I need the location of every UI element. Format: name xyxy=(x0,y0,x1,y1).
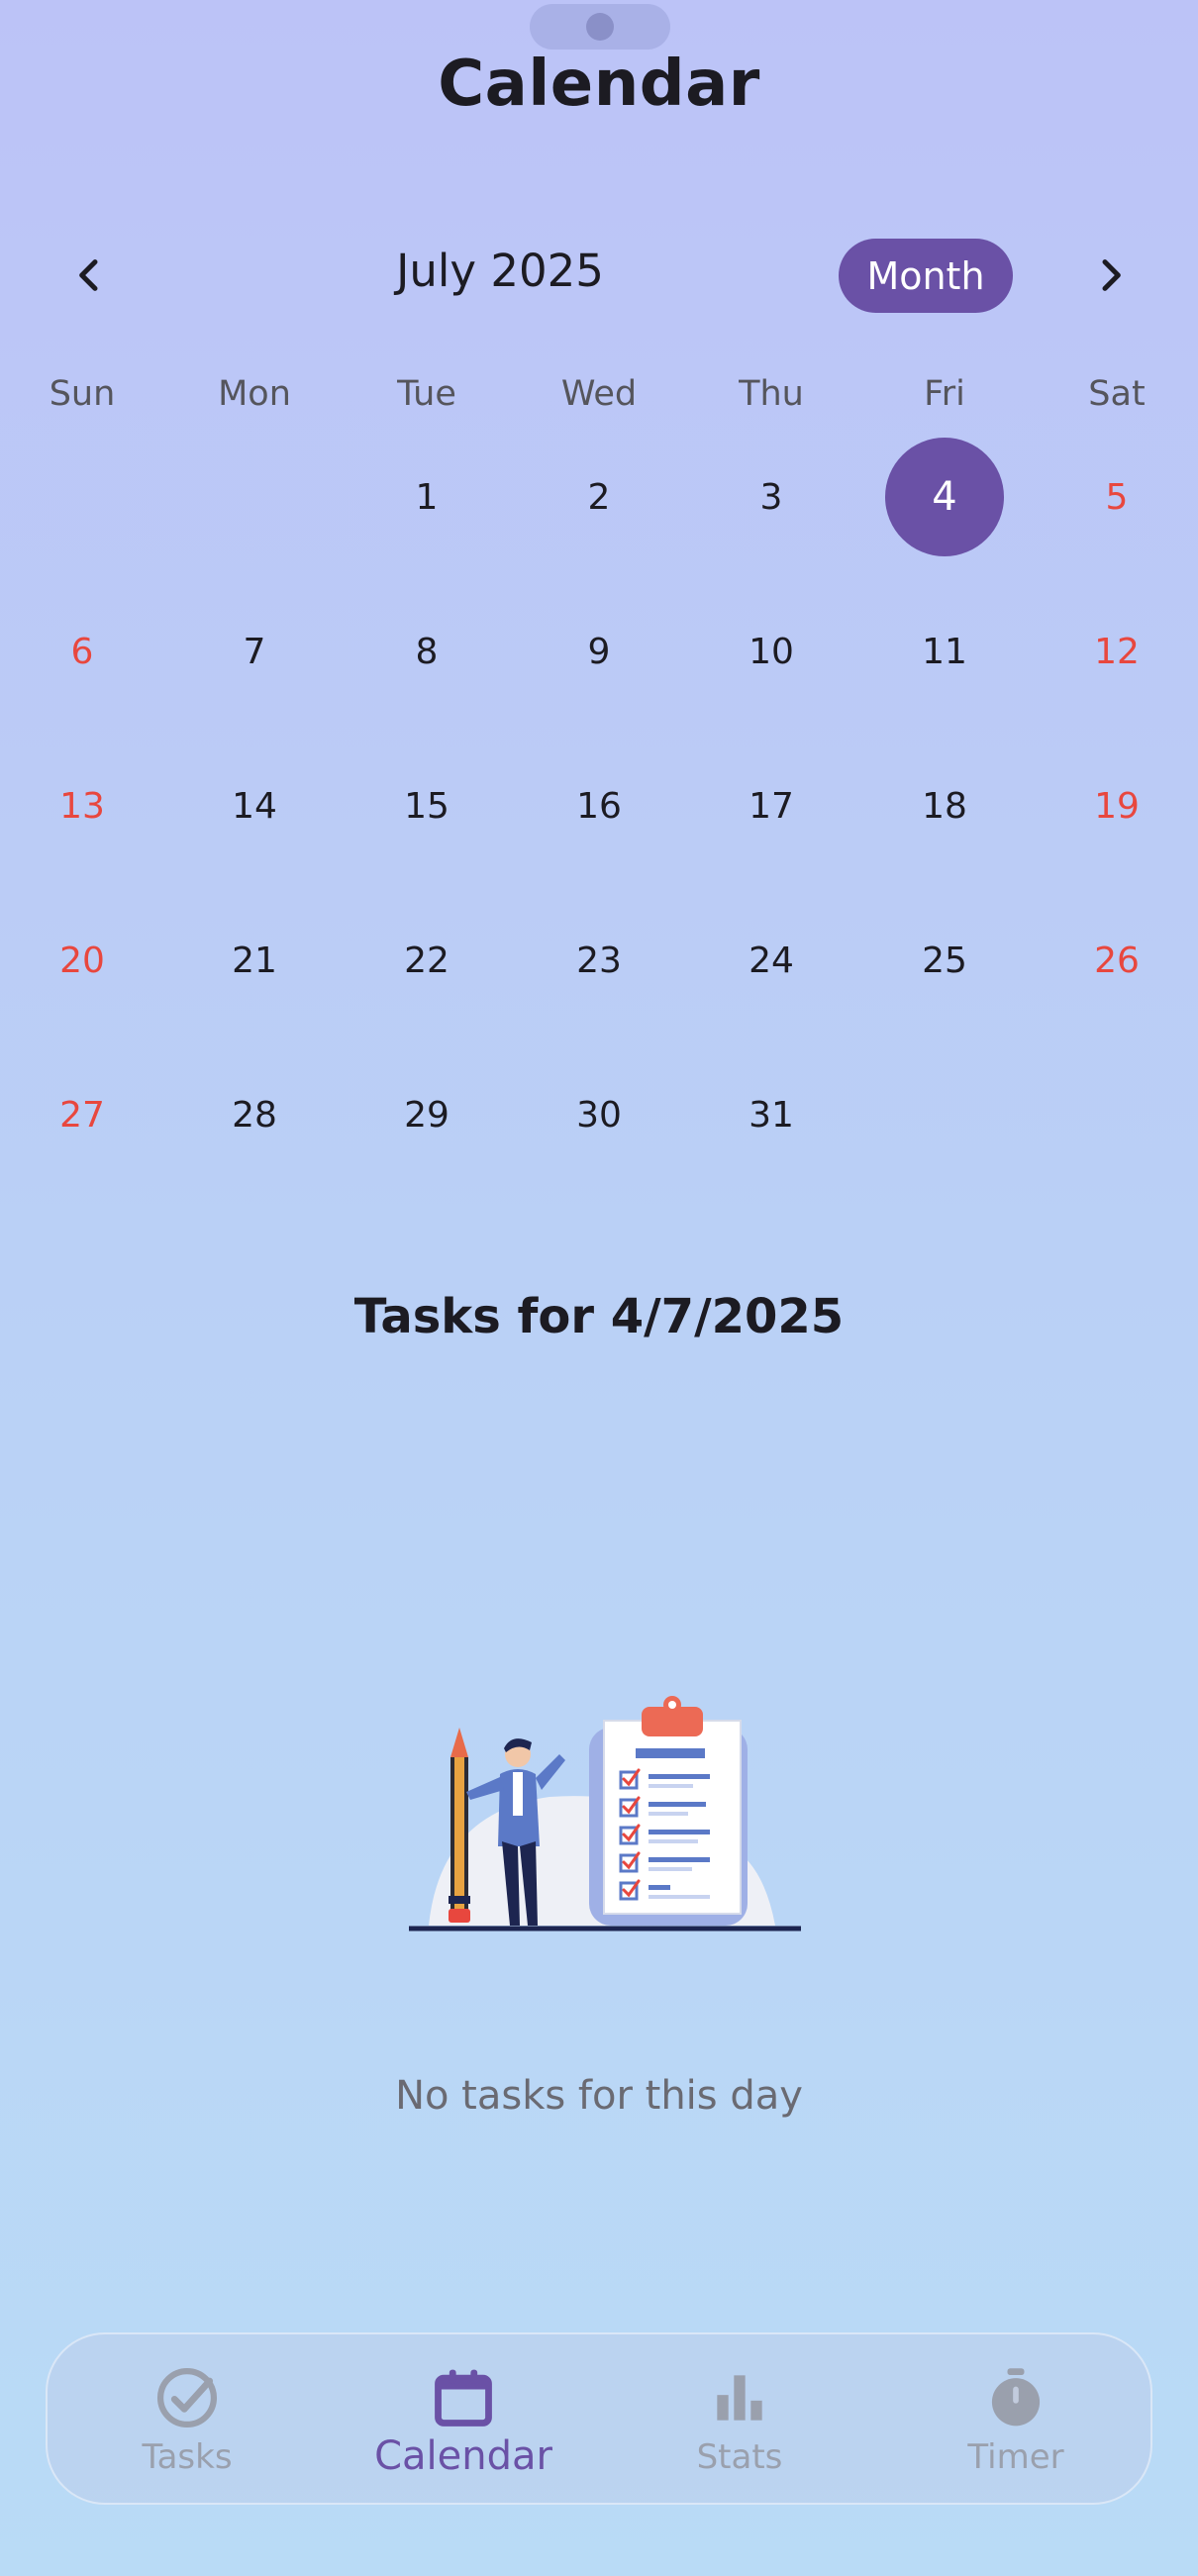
calendar-day[interactable]: 30 xyxy=(540,1055,658,1174)
calendar-day[interactable]: 9 xyxy=(540,592,658,711)
calendar-day[interactable]: 12 xyxy=(1057,592,1176,711)
nav-label: Timer xyxy=(967,2437,1064,2477)
calendar-day[interactable]: 28 xyxy=(195,1055,314,1174)
calendar-day[interactable]: 1 xyxy=(367,438,486,556)
calendar-day[interactable]: 16 xyxy=(540,746,658,865)
calendar-day[interactable]: 20 xyxy=(23,901,142,1020)
nav-item-timer[interactable]: Timer xyxy=(897,2334,1135,2503)
calendar-day[interactable]: 22 xyxy=(367,901,486,1020)
nav-label: Calendar xyxy=(374,2433,552,2479)
calendar-day[interactable]: 8 xyxy=(367,592,486,711)
empty-tasks-message: No tasks for this day xyxy=(395,2073,803,2119)
stopwatch-icon xyxy=(991,2368,1041,2427)
tasks-heading: Tasks for 4/7/2025 xyxy=(353,1289,845,1344)
calendar-day[interactable]: 14 xyxy=(195,746,314,865)
calendar-day[interactable]: 31 xyxy=(712,1055,831,1174)
calendar-day[interactable]: 21 xyxy=(195,901,314,1020)
calendar-day[interactable]: 26 xyxy=(1057,901,1176,1020)
calendar-day[interactable]: 24 xyxy=(712,901,831,1020)
calendar-day[interactable]: 13 xyxy=(23,746,142,865)
calendar-day[interactable]: 23 xyxy=(540,901,658,1020)
calendar-day[interactable]: 11 xyxy=(885,592,1004,711)
calendar-day[interactable]: 19 xyxy=(1057,746,1176,865)
calendar-day[interactable]: 15 xyxy=(367,746,486,865)
calendar-day[interactable]: 27 xyxy=(23,1055,142,1174)
check-circle-icon xyxy=(156,2367,218,2428)
calendar-day[interactable]: 5 xyxy=(1057,438,1176,556)
calendar-day-selected[interactable]: 4 xyxy=(885,438,1004,556)
calendar-day[interactable]: 18 xyxy=(885,746,1004,865)
calendar-icon xyxy=(435,2369,492,2427)
nav-label: Stats xyxy=(696,2437,783,2477)
calendar-day[interactable]: 3 xyxy=(712,438,831,556)
calendar-day[interactable]: 10 xyxy=(712,592,831,711)
calendar-day[interactable]: 7 xyxy=(195,592,314,711)
nav-label: Tasks xyxy=(142,2437,233,2477)
calendar-grid: 1 2 3 4 5 6 7 8 9 10 11 12 13 14 15 16 17 18 19 20 21 22 23 24 2… xyxy=(0,0,1198,1188)
empty-tasks-illustration xyxy=(409,1696,801,1932)
nav-item-calendar[interactable]: Calendar xyxy=(345,2334,582,2503)
calendar-day[interactable]: 29 xyxy=(367,1055,486,1174)
bottom-navigation: Tasks Calendar Stats Timer xyxy=(46,2332,1152,2505)
calendar-day[interactable]: 6 xyxy=(23,592,142,711)
nav-item-tasks[interactable]: Tasks xyxy=(68,2334,306,2503)
bar-chart-icon xyxy=(717,2375,762,2421)
calendar-day[interactable]: 25 xyxy=(885,901,1004,1020)
calendar-day[interactable]: 17 xyxy=(712,746,831,865)
calendar-day[interactable]: 2 xyxy=(540,438,658,556)
nav-item-stats[interactable]: Stats xyxy=(621,2334,858,2503)
